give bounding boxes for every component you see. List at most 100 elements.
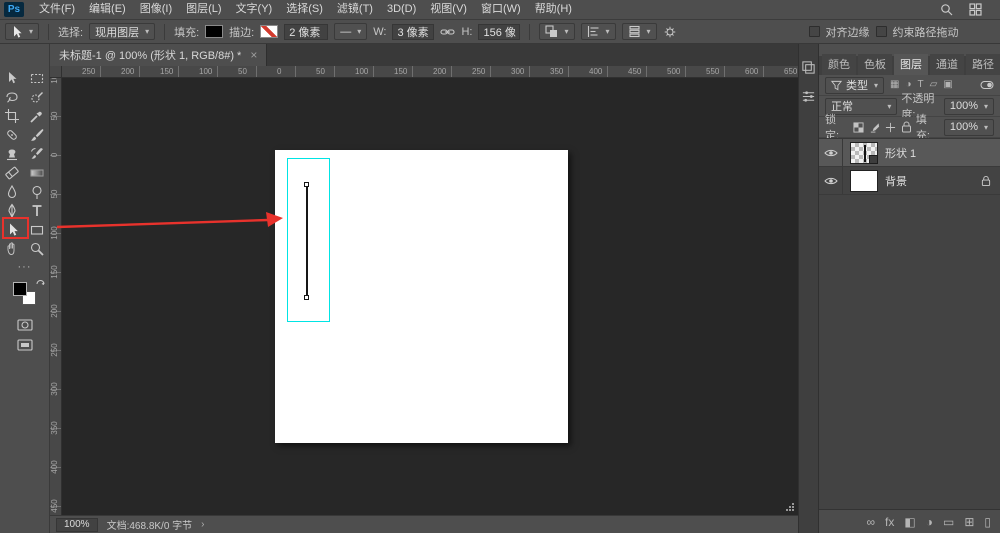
path-alignment-dropdown[interactable]	[581, 23, 616, 40]
anchor-point-bottom[interactable]	[304, 295, 309, 300]
lasso-tool[interactable]	[0, 87, 25, 106]
blur-tool[interactable]	[0, 182, 25, 201]
resize-grip-icon[interactable]	[785, 502, 795, 512]
layer-thumbnail[interactable]	[850, 142, 878, 164]
ruler-left[interactable]: 10050050100150200250300350400450	[50, 78, 62, 515]
layer-thumbnail[interactable]	[850, 170, 878, 192]
link-layers-icon[interactable]: ∞	[866, 516, 875, 528]
brush-tool[interactable]	[25, 125, 50, 144]
path-arrangement-dropdown[interactable]	[622, 23, 657, 40]
layer-filter-kind-dropdown[interactable]: 类型	[825, 77, 884, 94]
zoom-level-field[interactable]: 100%	[56, 518, 98, 532]
menu-item-0[interactable]: 文件(F)	[32, 0, 82, 19]
filter-type-layers-icon[interactable]: T	[918, 80, 924, 90]
swap-colors-icon[interactable]	[36, 280, 45, 289]
fill-opacity-dropdown[interactable]: 100%	[944, 119, 994, 136]
edit-toolbar-icon[interactable]: ···	[18, 260, 32, 274]
layer-name[interactable]: 形状 1	[885, 145, 916, 161]
panel-tab-颜色[interactable]: 颜色	[822, 54, 856, 75]
visibility-toggle[interactable]	[819, 139, 843, 166]
properties-panel-icon[interactable]	[801, 89, 816, 104]
new-layer-icon[interactable]: ⊞	[964, 516, 974, 528]
clone-stamp-tool[interactable]	[0, 144, 25, 163]
line-shape[interactable]	[306, 184, 308, 298]
ruler-top[interactable]: 2502001501005005010015020025030035040045…	[62, 66, 798, 78]
align-edges-checkbox[interactable]	[809, 26, 820, 37]
filter-shape-layers-icon[interactable]: ▱	[930, 80, 938, 90]
rectangle-shape-tool[interactable]	[25, 220, 50, 239]
anchor-point-top[interactable]	[304, 182, 309, 187]
menu-item-3[interactable]: 图层(L)	[179, 0, 228, 19]
spot-healing-brush-tool[interactable]	[0, 125, 25, 144]
fill-color-swatch[interactable]	[205, 25, 223, 38]
lock-image-pixels-icon[interactable]	[869, 122, 880, 133]
shape-settings-gear-icon[interactable]	[663, 25, 677, 39]
menu-item-6[interactable]: 滤镜(T)	[330, 0, 380, 19]
pen-tool[interactable]	[0, 201, 25, 220]
stroke-color-swatch[interactable]	[260, 25, 278, 38]
opacity-dropdown[interactable]: 100%	[944, 98, 994, 115]
layer-name[interactable]: 背景	[885, 173, 907, 189]
screen-mode-icon[interactable]	[17, 339, 33, 351]
menu-item-2[interactable]: 图像(I)	[133, 0, 179, 19]
panel-tab-图层[interactable]: 图层	[894, 54, 928, 75]
filter-smart-objects-icon[interactable]: ▣	[943, 80, 952, 90]
filter-pixel-layers-icon[interactable]: ▦	[890, 80, 899, 90]
move-tool[interactable]	[0, 68, 25, 87]
lock-position-icon[interactable]	[885, 122, 896, 133]
hand-tool[interactable]	[0, 239, 25, 258]
eyedropper-tool[interactable]	[25, 106, 50, 125]
menu-item-8[interactable]: 视图(V)	[423, 0, 474, 19]
menu-item-7[interactable]: 3D(D)	[380, 0, 423, 19]
zoom-tool[interactable]	[25, 239, 50, 258]
document-tab[interactable]: 未标题-1 @ 100% (形状 1, RGB/8#) * ×	[50, 44, 267, 66]
panel-tab-通道[interactable]: 通道	[930, 54, 964, 75]
close-tab-icon[interactable]: ×	[250, 49, 257, 61]
lock-transparent-pixels-icon[interactable]	[853, 122, 864, 133]
canvas-area[interactable]: 2502001501005005010015020025030035040045…	[50, 66, 798, 515]
shape-width-field[interactable]: 3 像素	[392, 24, 434, 40]
gradient-tool[interactable]	[25, 163, 50, 182]
tool-preset-dropdown[interactable]	[5, 23, 39, 40]
history-brush-tool[interactable]	[25, 144, 50, 163]
panel-tab-路径[interactable]: 路径	[966, 54, 1000, 75]
layer-group-icon[interactable]: ▭	[943, 516, 954, 528]
crop-tool[interactable]	[0, 106, 25, 125]
eraser-tool[interactable]	[0, 163, 25, 182]
ruler-origin[interactable]	[50, 66, 62, 78]
status-expander-icon[interactable]: ›	[201, 519, 204, 530]
filter-toggle-icon[interactable]	[980, 80, 994, 90]
type-tool[interactable]	[25, 201, 50, 220]
layer-row-shape-1[interactable]: 形状 1	[819, 139, 1000, 167]
path-selection-tool[interactable]	[0, 220, 25, 239]
workspace-switcher-icon[interactable]	[969, 3, 982, 16]
visibility-toggle[interactable]	[819, 167, 843, 194]
menu-item-4[interactable]: 文字(Y)	[229, 0, 280, 19]
menu-item-9[interactable]: 窗口(W)	[474, 0, 528, 19]
layer-mask-icon[interactable]: ◧	[904, 516, 915, 528]
layer-row-background[interactable]: 背景	[819, 167, 1000, 195]
constrain-path-checkbox[interactable]	[876, 26, 887, 37]
rectangular-marquee-tool[interactable]	[25, 68, 50, 87]
search-icon[interactable]	[940, 3, 953, 16]
path-operations-dropdown[interactable]	[539, 23, 574, 40]
history-panel-icon[interactable]	[801, 60, 816, 75]
stroke-width-field[interactable]: 2 像素	[284, 24, 328, 40]
document-canvas[interactable]	[275, 150, 568, 443]
lock-all-icon[interactable]	[901, 121, 912, 133]
menu-item-5[interactable]: 选择(S)	[279, 0, 330, 19]
quick-mask-icon[interactable]	[17, 319, 33, 331]
menu-item-10[interactable]: 帮助(H)	[528, 0, 579, 19]
background-lock-icon[interactable]	[981, 175, 991, 187]
select-target-dropdown[interactable]: 现用图层	[89, 23, 155, 40]
quick-selection-tool[interactable]	[25, 87, 50, 106]
dodge-tool[interactable]	[25, 182, 50, 201]
panel-tab-色板[interactable]: 色板	[858, 54, 892, 75]
menu-item-1[interactable]: 编辑(E)	[82, 0, 133, 19]
stroke-type-dropdown[interactable]: —	[334, 23, 367, 40]
filter-adjustment-layers-icon[interactable]: ◑	[905, 80, 911, 90]
link-dimensions-icon[interactable]	[440, 26, 455, 38]
layer-style-icon[interactable]: fx	[885, 516, 894, 528]
delete-layer-icon[interactable]: ▯	[984, 516, 991, 528]
foreground-color-swatch[interactable]	[13, 282, 27, 296]
